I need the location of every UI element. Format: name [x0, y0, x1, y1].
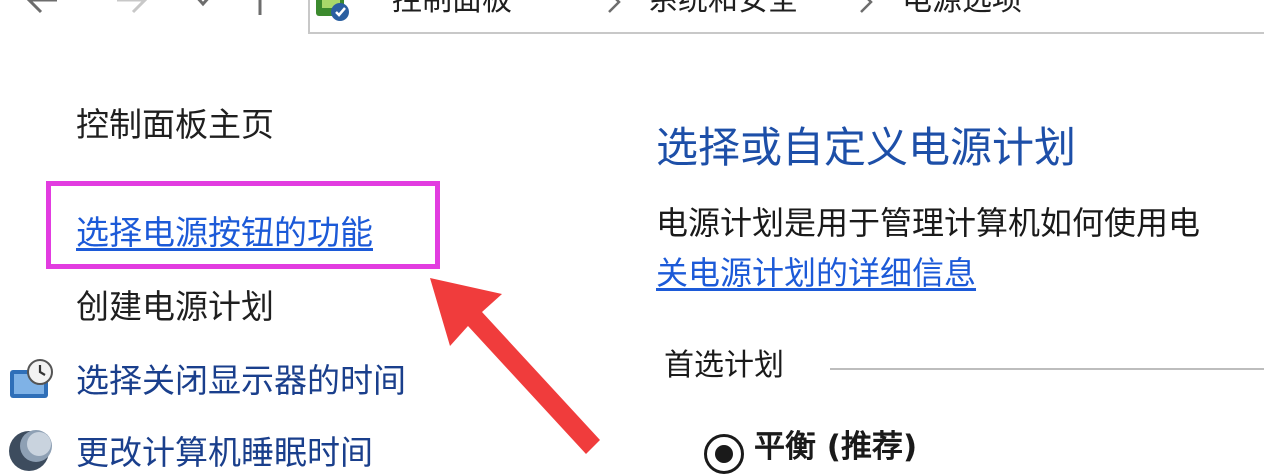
power-plan-details-link[interactable]: 关电源计划的详细信息 [656, 252, 976, 294]
sidebar-item-create-plan[interactable]: 创建电源计划 [76, 286, 274, 328]
display-clock-icon [10, 359, 53, 398]
breadcrumb-control-panel[interactable]: 控制面板 [392, 0, 512, 18]
sidebar-item-power-button[interactable]: 选择电源按钮的功能 [76, 212, 373, 254]
page-title: 选择或自定义电源计划 [656, 123, 1077, 172]
arrow-up-icon [249, 0, 271, 15]
chevron-down-icon [197, 0, 209, 7]
breadcrumb-system-security[interactable]: 系统和安全 [648, 0, 798, 18]
arrow-left-icon [26, 0, 57, 14]
red-arrow-icon [430, 278, 600, 454]
moon-sleep-icon [9, 430, 52, 471]
control-panel-home-link[interactable]: 控制面板主页 [76, 104, 274, 146]
balanced-plan-radio[interactable] [704, 434, 744, 474]
preferred-plans-label: 首选计划 [664, 348, 784, 383]
control-panel-icon [312, 0, 352, 24]
up-button[interactable] [240, 0, 280, 20]
description-text: 电源计划是用于管理计算机如何使用电 [656, 204, 1201, 242]
recent-locations-button[interactable] [188, 0, 218, 20]
breadcrumb-power-options[interactable]: 电源选项 [902, 0, 1022, 18]
sidebar-item-sleep-time[interactable]: 更改计算机睡眠时间 [76, 432, 373, 474]
balanced-plan-label[interactable]: 平衡 (推荐) [754, 426, 917, 468]
arrow-right-icon [117, 0, 148, 14]
group-divider [830, 368, 1264, 370]
chevron-right-icon[interactable] [604, 0, 624, 16]
forward-button[interactable] [112, 0, 152, 20]
power-options-window: 控制面板 系统和安全 电源选项 控制面板主页 选择电源按钮的功能 创建电源计划 … [0, 0, 1264, 474]
sidebar-item-display-off-time[interactable]: 选择关闭显示器的时间 [76, 360, 406, 402]
back-button[interactable] [22, 0, 62, 20]
chevron-right-icon[interactable] [856, 0, 876, 16]
